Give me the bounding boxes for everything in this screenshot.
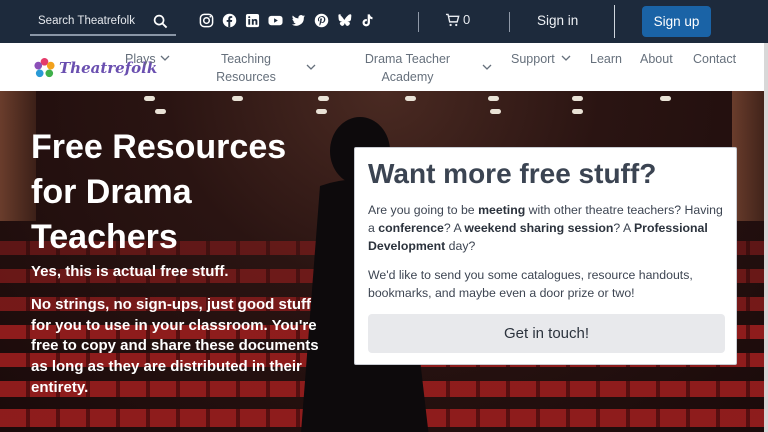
get-in-touch-button[interactable]: Get in touch! xyxy=(368,314,725,353)
card-paragraph-events: Are you going to be meeting with other t… xyxy=(368,203,723,253)
nav-learn[interactable]: Learn xyxy=(590,50,622,68)
divider xyxy=(418,12,419,32)
nav-contact[interactable]: Contact xyxy=(693,50,736,68)
nav-plays[interactable]: Plays xyxy=(125,50,156,68)
pinterest-icon[interactable] xyxy=(314,13,329,28)
search-icon[interactable] xyxy=(153,14,168,29)
chevron-down-icon[interactable] xyxy=(306,64,316,70)
hero-subtitle: Yes, this is actual free stuff. xyxy=(31,263,229,280)
hero-body: No strings, no sign-ups, just good stuff… xyxy=(31,296,319,396)
chevron-down-icon[interactable] xyxy=(561,55,571,61)
bluesky-icon[interactable] xyxy=(337,13,352,28)
ceiling-light xyxy=(405,96,416,101)
search-input[interactable]: Search Theatrefolk xyxy=(30,8,176,36)
tiktok-icon[interactable] xyxy=(360,13,375,28)
nav-about[interactable]: About xyxy=(640,50,673,68)
nav-teaching-resources[interactable]: Teaching Resources xyxy=(205,50,287,86)
social-links xyxy=(199,13,375,28)
curtain-right xyxy=(732,91,768,221)
twitter-icon[interactable] xyxy=(291,13,306,28)
page-scrollbar[interactable] xyxy=(764,43,768,432)
ceiling-light xyxy=(490,109,501,114)
free-stuff-card: Want more free stuff? Are you going to b… xyxy=(354,147,737,365)
divider xyxy=(509,12,510,32)
nav-drama-teacher-academy[interactable]: Drama Teacher Academy xyxy=(350,50,465,86)
ceiling-light xyxy=(318,96,329,101)
cart-icon xyxy=(445,13,460,26)
top-bar: Search Theatrefolk 0 Sign in Sign up xyxy=(0,0,768,43)
ceiling-light xyxy=(232,96,243,101)
card-paragraph-offer: We'd like to send you some catalogues, r… xyxy=(368,268,693,300)
cart-button[interactable]: 0 xyxy=(445,12,470,27)
ceiling-light xyxy=(488,96,499,101)
chevron-down-icon[interactable] xyxy=(482,64,492,70)
sign-up-button[interactable]: Sign up xyxy=(642,6,711,37)
hero-title: Free Resources for Drama Teachers xyxy=(31,128,287,256)
ceiling-light xyxy=(155,109,166,114)
instagram-icon[interactable] xyxy=(199,13,214,28)
ceiling-light xyxy=(144,96,155,101)
ceiling-light xyxy=(316,109,327,114)
ceiling-light xyxy=(660,96,671,101)
card-heading: Want more free stuff? xyxy=(368,158,657,189)
linkedin-icon[interactable] xyxy=(245,13,260,28)
youtube-icon[interactable] xyxy=(268,13,283,28)
main-nav: Theatrefolk Plays Teaching Resources Dra… xyxy=(0,43,768,91)
cart-count: 0 xyxy=(463,12,471,27)
search-placeholder: Search Theatrefolk xyxy=(38,15,135,27)
nav-support[interactable]: Support xyxy=(511,50,555,68)
divider xyxy=(614,5,615,38)
logo-flower-icon xyxy=(34,57,55,77)
ceiling-light xyxy=(572,109,583,114)
ceiling-light xyxy=(572,96,583,101)
chevron-down-icon[interactable] xyxy=(160,55,170,61)
sign-in-link[interactable]: Sign in xyxy=(537,13,578,28)
facebook-icon[interactable] xyxy=(222,13,237,28)
